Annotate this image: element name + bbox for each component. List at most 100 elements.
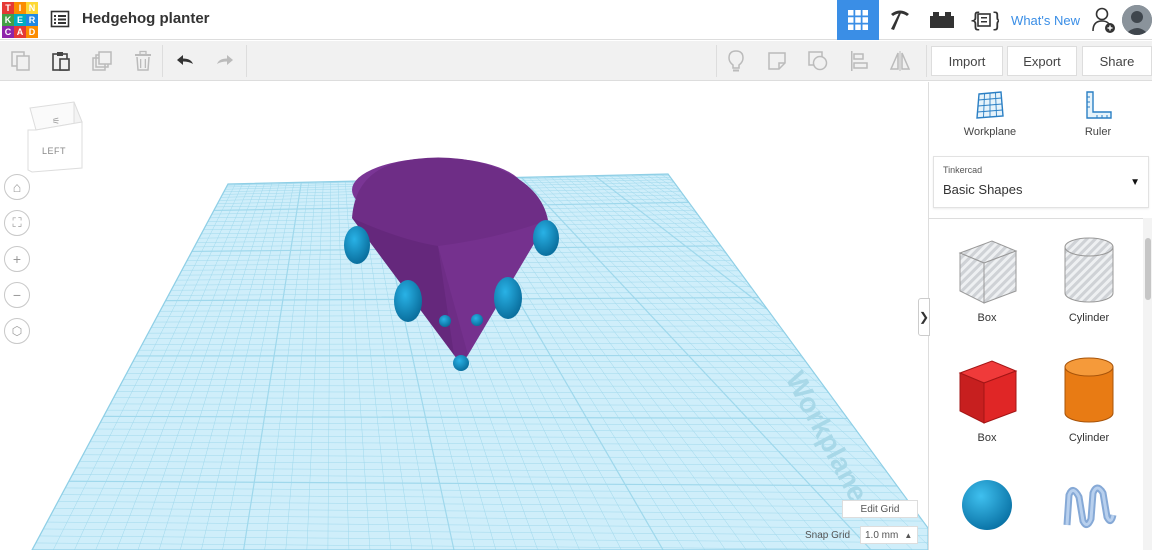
mirror-icon — [889, 51, 911, 71]
pickaxe-icon — [891, 10, 910, 30]
3d-viewport[interactable]: Workplane ⚟ LEFT ⌂ ⛶ + − ⬡ Edit Grid Sna… — [0, 82, 928, 550]
hedgehog-foot[interactable] — [494, 277, 522, 319]
snap-grid-value: 1.0 mm — [865, 529, 899, 541]
align-button[interactable] — [847, 49, 871, 73]
shape-box[interactable]: Box — [937, 355, 1037, 444]
logo-letter: N — [26, 2, 38, 14]
home-icon: ⌂ — [12, 179, 22, 195]
redo-icon — [217, 55, 233, 65]
shape-box-hole[interactable]: Box — [937, 235, 1037, 324]
delete-button[interactable] — [131, 49, 155, 73]
copy-icon — [11, 51, 30, 71]
top-right-controls: {} What's New — [837, 0, 1152, 40]
collapse-panel-button[interactable]: ❯ — [918, 298, 930, 336]
svg-text:}: } — [991, 8, 999, 32]
light-button[interactable] — [724, 49, 748, 73]
workplane-scene[interactable]: Workplane ⚟ — [0, 82, 928, 550]
shape-label: Cylinder — [1068, 432, 1110, 444]
hedgehog-foot[interactable] — [344, 226, 370, 264]
codeblocks-view-button[interactable]: {} — [963, 0, 1005, 40]
copy-button[interactable] — [9, 49, 33, 73]
fit-icon: ⛶ — [12, 215, 22, 230]
grid-view-icon — [848, 10, 869, 30]
workplane-tool-label: Workplane — [963, 126, 1017, 138]
scribble-icon — [1063, 484, 1117, 528]
bricks-view-button[interactable] — [921, 0, 963, 40]
shape-cylinder[interactable]: Cylinder — [1039, 355, 1139, 444]
logo-letter: C — [2, 26, 14, 38]
group-icon — [808, 51, 828, 71]
zoom-in-button[interactable]: + — [4, 246, 30, 272]
home-view-button[interactable]: ⌂ — [4, 174, 30, 200]
share-button[interactable]: Share — [1082, 46, 1152, 76]
redo-button[interactable] — [213, 49, 237, 73]
snap-grid-select[interactable]: 1.0 mm ▲ — [860, 526, 918, 544]
user-avatar[interactable] — [1122, 5, 1152, 35]
chevron-right-icon: ❯ — [918, 310, 930, 324]
workplane-icon — [976, 91, 1004, 119]
cylinder-solid-icon — [1064, 357, 1114, 423]
shapes-scrollbar[interactable] — [1143, 218, 1152, 550]
lightbulb-icon — [728, 50, 744, 72]
workplane-tool[interactable]: Workplane — [945, 90, 1035, 138]
library-source: Tinkercad — [943, 165, 983, 175]
scrollbar-thumb[interactable] — [1145, 238, 1151, 300]
edit-grid-button[interactable]: Edit Grid — [842, 500, 918, 518]
caret-down-icon: ▼ — [1130, 177, 1140, 188]
code-braces-icon: {} — [969, 8, 999, 32]
hedgehog-eye[interactable] — [439, 315, 451, 327]
design-list-icon[interactable] — [50, 9, 70, 29]
shape-label: Box — [977, 432, 997, 444]
undo-button[interactable] — [173, 49, 197, 73]
hedgehog-foot[interactable] — [394, 280, 422, 322]
trash-icon — [135, 50, 151, 71]
mirror-button[interactable] — [888, 49, 912, 73]
blocks-view-button[interactable] — [879, 0, 921, 40]
duplicate-button[interactable] — [90, 49, 114, 73]
undo-icon — [177, 55, 193, 65]
design-title[interactable]: Hedgehog planter — [82, 10, 210, 27]
fit-view-button[interactable]: ⛶ — [4, 210, 30, 236]
shape-sphere[interactable] — [937, 475, 1037, 540]
snap-grid-label: Snap Grid — [805, 530, 851, 541]
library-name: Basic Shapes — [943, 182, 1023, 197]
shape-scribble[interactable] — [1039, 475, 1139, 540]
shape-label: Cylinder — [1068, 312, 1110, 324]
export-button[interactable]: Export — [1007, 46, 1077, 76]
whats-new-link[interactable]: What's New — [1005, 13, 1088, 28]
tinkercad-logo[interactable]: TINKERCAD — [2, 2, 38, 38]
ruler-icon — [1086, 91, 1112, 119]
shape-label: Box — [977, 312, 997, 324]
brick-icon — [930, 12, 955, 28]
logo-letter: I — [14, 2, 26, 14]
align-icon — [851, 51, 868, 71]
add-user-icon — [1092, 7, 1115, 33]
ruler-tool[interactable]: Ruler — [1053, 90, 1143, 138]
paste-button[interactable] — [49, 49, 73, 73]
group-notes-button[interactable] — [765, 49, 789, 73]
view-cube[interactable]: ⚟ — [27, 101, 83, 173]
import-button[interactable]: Import — [931, 46, 1003, 76]
3d-design-view-button[interactable] — [837, 0, 880, 40]
group-button[interactable] — [806, 49, 830, 73]
box-solid-icon — [958, 360, 1018, 424]
sphere-icon — [962, 480, 1012, 530]
logo-letter: T — [2, 2, 14, 14]
hedgehog-eye[interactable] — [471, 314, 483, 326]
edit-toolbar: Import Export Share — [0, 41, 1152, 81]
plus-icon: + — [12, 251, 22, 267]
zoom-out-button[interactable]: − — [4, 282, 30, 308]
duplicate-icon — [92, 51, 112, 71]
shapes-grid: Box Cylinder Box Cylinder — [929, 218, 1143, 550]
shapes-panel: Workplane Ruler Tinkercad Basic Shapes ▼… — [928, 82, 1152, 550]
shape-cylinder-hole[interactable]: Cylinder — [1039, 235, 1139, 324]
hedgehog-foot[interactable] — [533, 220, 559, 256]
navigation-controls: ⌂ ⛶ + − ⬡ — [4, 174, 30, 344]
add-collaborator-button[interactable] — [1088, 0, 1120, 40]
perspective-button[interactable]: ⬡ — [4, 318, 30, 344]
hedgehog-nose[interactable] — [453, 355, 469, 371]
shape-library-dropdown[interactable]: Tinkercad Basic Shapes ▼ — [933, 156, 1149, 208]
clipboard-icon — [52, 52, 70, 71]
note-icon — [768, 52, 786, 70]
svg-text:{: { — [969, 8, 982, 32]
